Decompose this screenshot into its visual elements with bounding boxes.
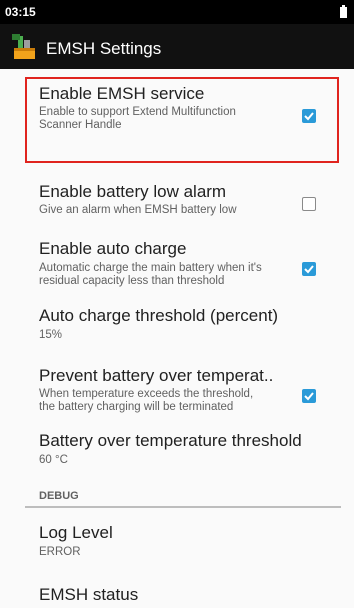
pref-summary: 15% [39,329,63,341]
section-divider [25,506,341,508]
pref-summary: When temperature exceeds the threshold, … [39,388,254,413]
status-bar: 03:15 [0,0,354,24]
pref-title: Enable auto charge [39,239,187,258]
checkbox-enable-auto-charge[interactable] [302,262,316,276]
pref-title: Log Level [39,523,113,542]
pref-enable-auto-charge[interactable]: Enable auto charge Automatic charge the … [0,237,354,297]
pref-log-level[interactable]: Log Level ERROR [0,521,354,571]
section-header-debug: DEBUG [39,490,79,502]
pref-title: Prevent battery over temperat.. [39,366,274,385]
checkbox-enable-battery-low-alarm[interactable] [302,197,316,211]
pref-summary: ERROR [39,546,81,558]
pref-title: Battery over temperature threshold [39,431,302,450]
page-title: EMSH Settings [46,39,162,58]
pref-summary: Give an alarm when EMSH battery low [39,204,237,216]
pref-title: EMSH status [39,585,139,604]
emsh-app-icon [12,34,35,59]
pref-enable-battery-low-alarm[interactable]: Enable battery low alarm Give an alarm w… [0,180,354,230]
highlight-box [25,77,339,163]
pref-emsh-status[interactable]: EMSH status [0,582,354,608]
pref-title: Enable battery low alarm [39,182,227,201]
pref-summary: 60 °C [39,454,68,466]
pref-battery-over-temperature-threshold[interactable]: Battery over temperature threshold 60 °C [0,429,354,479]
checkbox-prevent-battery-over-temperature[interactable] [302,389,316,403]
battery-full-icon [340,5,347,18]
pref-auto-charge-threshold[interactable]: Auto charge threshold (percent) 15% [0,304,354,354]
app-bar: EMSH Settings [0,24,354,69]
status-time: 03:15 [5,5,36,19]
pref-title: Auto charge threshold (percent) [39,306,279,325]
pref-summary: Automatic charge the main battery when i… [39,262,262,287]
